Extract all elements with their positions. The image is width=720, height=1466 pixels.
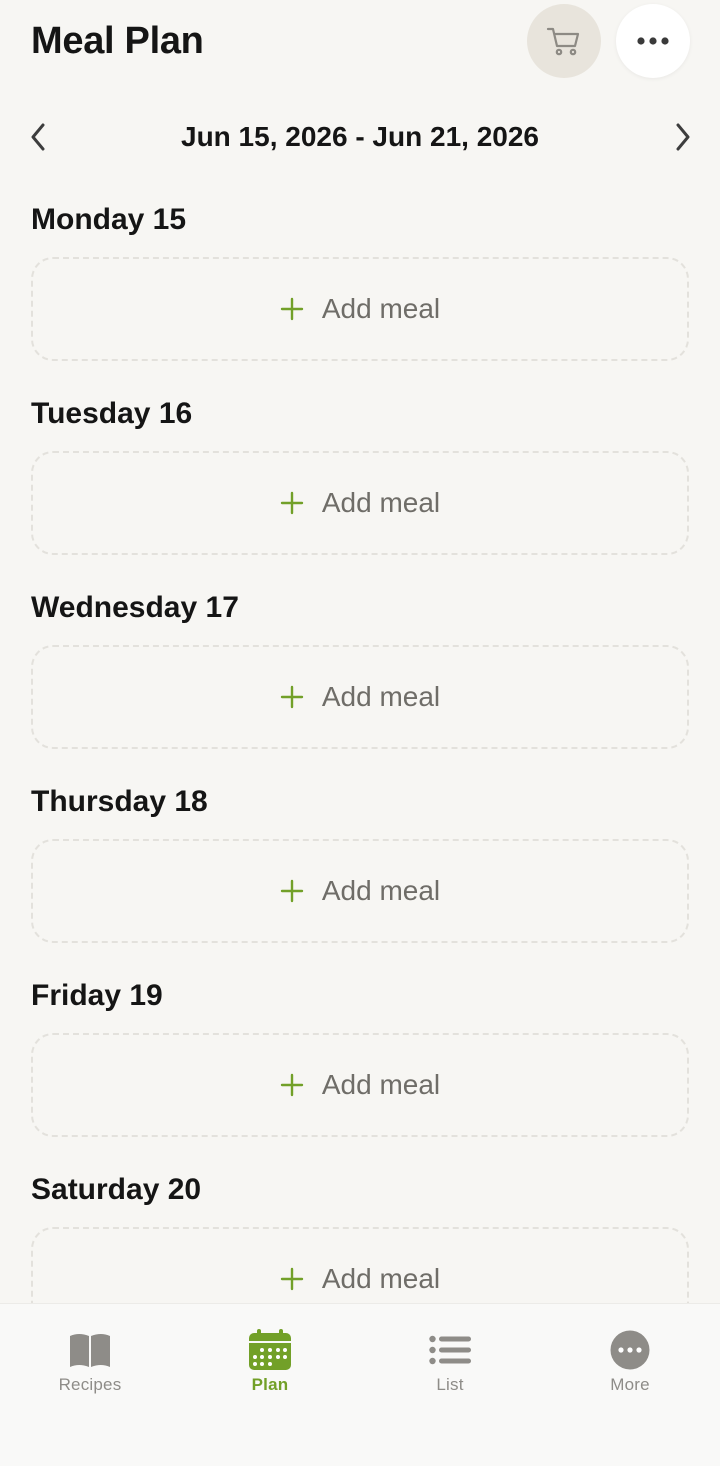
shopping-cart-icon bbox=[546, 27, 580, 56]
day-section: Thursday 18 Add meal bbox=[0, 770, 720, 964]
tab-label: Plan bbox=[251, 1375, 289, 1394]
add-meal-label: Add meal bbox=[321, 487, 441, 518]
tab-list[interactable]: List bbox=[380, 1330, 520, 1400]
add-meal-button[interactable]: Add meal bbox=[31, 839, 689, 943]
add-meal-button[interactable]: Add meal bbox=[31, 1033, 689, 1137]
day-section: Saturday 20 Add meal bbox=[0, 1158, 720, 1303]
plus-icon bbox=[280, 1267, 304, 1291]
add-meal-label: Add meal bbox=[321, 1069, 441, 1100]
book-icon bbox=[70, 1334, 110, 1367]
tab-label: More bbox=[610, 1375, 650, 1394]
day-label: Wednesday 17 bbox=[31, 591, 239, 624]
day-label: Saturday 20 bbox=[31, 1173, 202, 1206]
plus-icon bbox=[280, 1073, 304, 1097]
add-meal-label: Add meal bbox=[321, 293, 441, 324]
week-range-label: Jun 15, 2026 - Jun 21, 2026 bbox=[181, 121, 539, 152]
header: Meal Plan Jun 15, 2026 - Jun 21, 2026 bbox=[0, 0, 720, 188]
plus-icon bbox=[280, 297, 304, 321]
day-label: Tuesday 16 bbox=[31, 397, 193, 430]
day-label: Thursday 18 bbox=[31, 785, 208, 818]
add-meal-button[interactable]: Add meal bbox=[31, 451, 689, 555]
calendar-icon bbox=[249, 1329, 291, 1370]
tab-recipes[interactable]: Recipes bbox=[20, 1330, 160, 1400]
more-options-button[interactable] bbox=[616, 4, 690, 78]
add-meal-button[interactable]: Add meal bbox=[31, 257, 689, 361]
plus-icon bbox=[280, 685, 304, 709]
add-meal-button[interactable]: Add meal bbox=[31, 645, 689, 749]
add-meal-label: Add meal bbox=[321, 875, 441, 906]
tab-label: Recipes bbox=[58, 1375, 122, 1394]
more-circle-icon bbox=[610, 1330, 650, 1370]
add-meal-label: Add meal bbox=[321, 1263, 441, 1294]
next-week-button[interactable] bbox=[663, 115, 703, 159]
day-list: Monday 15 Add meal Tuesday 16 Add meal W… bbox=[0, 188, 720, 1303]
tab-more[interactable]: More bbox=[560, 1330, 700, 1400]
add-meal-button[interactable]: Add meal bbox=[31, 1227, 689, 1303]
day-section: Friday 19 Add meal bbox=[0, 964, 720, 1158]
day-section: Wednesday 17 Add meal bbox=[0, 576, 720, 770]
list-icon bbox=[429, 1335, 471, 1365]
ellipsis-icon bbox=[637, 37, 669, 45]
day-section: Monday 15 Add meal bbox=[0, 188, 720, 382]
day-label: Friday 19 bbox=[31, 979, 163, 1012]
day-section: Tuesday 16 Add meal bbox=[0, 382, 720, 576]
plus-icon bbox=[280, 491, 304, 515]
add-meal-label: Add meal bbox=[321, 681, 441, 712]
tab-bar: Recipes Plan List More bbox=[0, 1303, 720, 1466]
shopping-cart-button[interactable] bbox=[527, 4, 601, 78]
week-navigator: Jun 15, 2026 - Jun 21, 2026 bbox=[0, 108, 720, 166]
plus-icon bbox=[280, 879, 304, 903]
page-title: Meal Plan bbox=[31, 20, 204, 62]
day-label: Monday 15 bbox=[31, 203, 187, 236]
tab-plan[interactable]: Plan bbox=[200, 1329, 340, 1400]
chevron-right-icon bbox=[676, 123, 690, 151]
tab-label: List bbox=[436, 1375, 464, 1394]
